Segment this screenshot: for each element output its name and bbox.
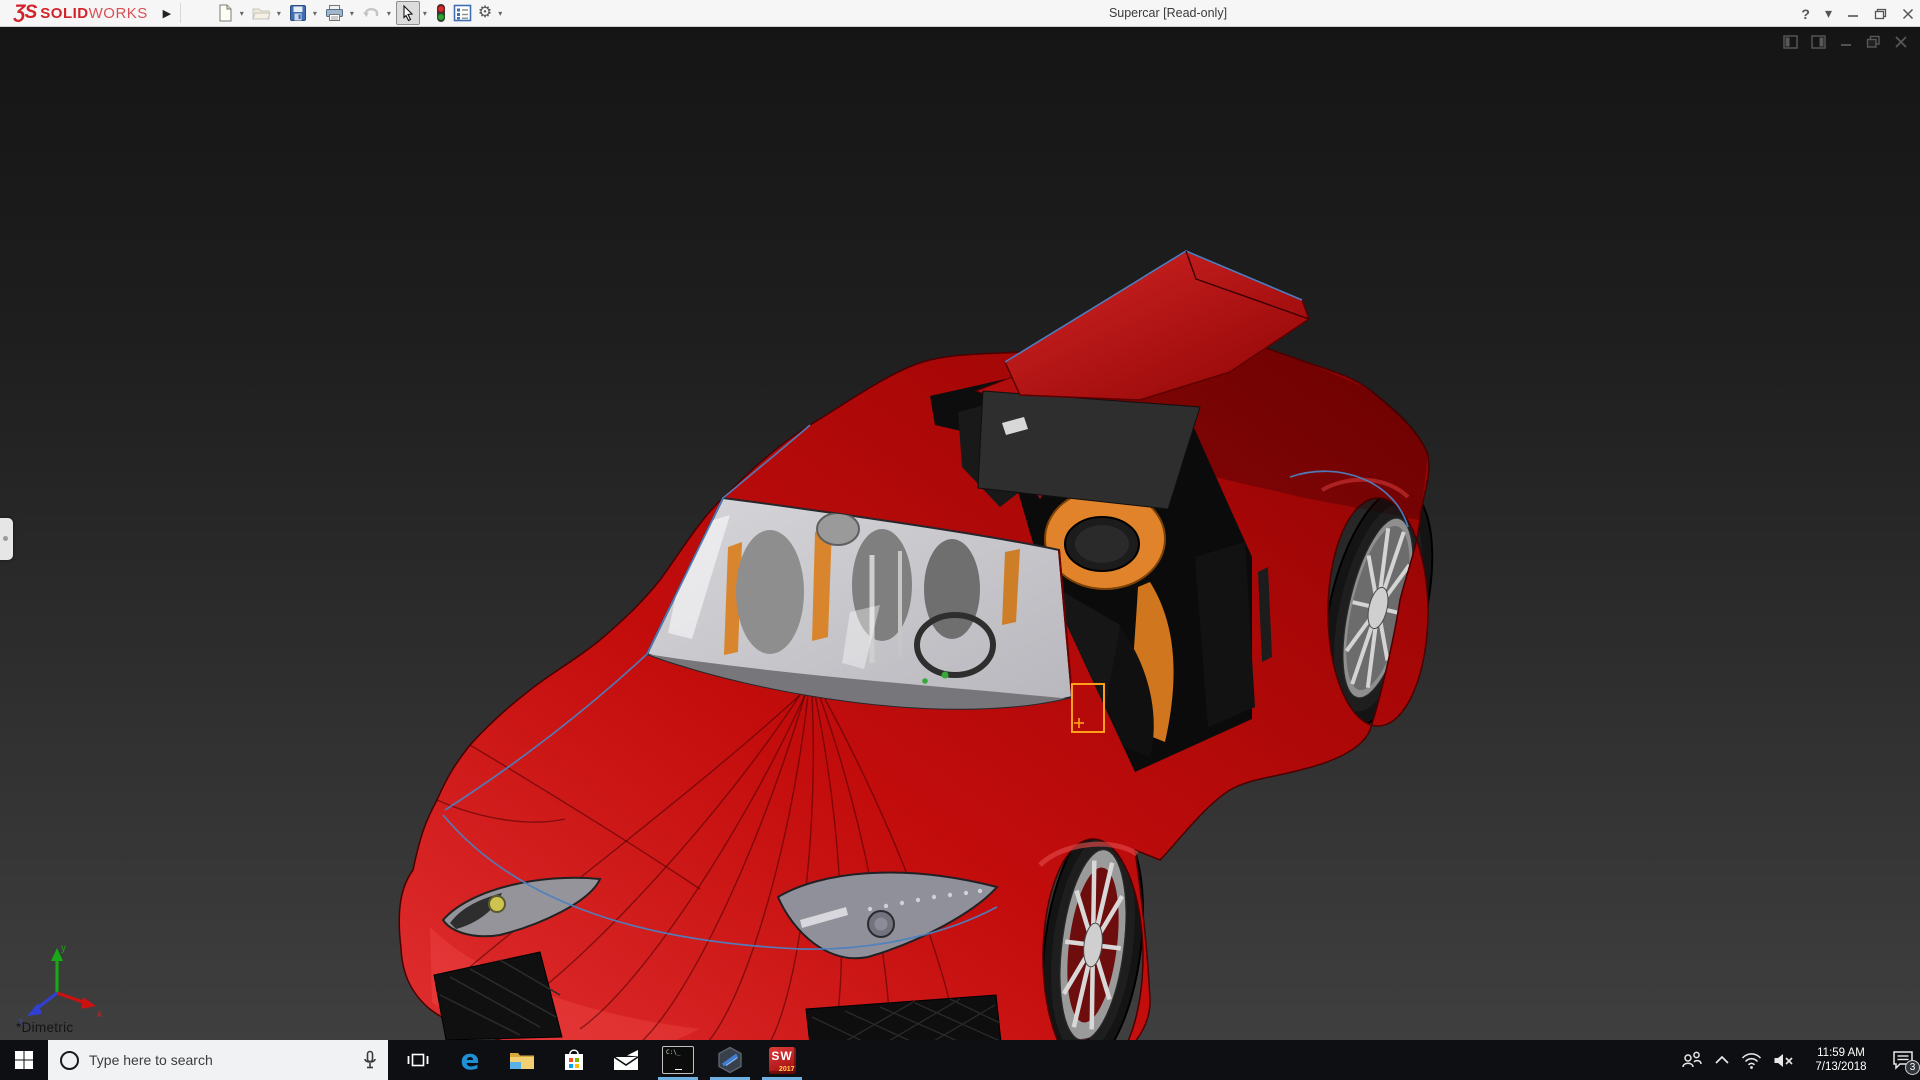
select-tool-button[interactable] [396,1,420,25]
cmd-button[interactable]: C:\_ [652,1040,704,1080]
open-folder-icon [252,4,271,22]
orientation-triad: x y z [18,943,102,1028]
close-icon [1902,8,1914,20]
help-button[interactable]: ? [1801,6,1810,22]
clock-time: 11:59 AM [1805,1046,1877,1060]
chevron-up-icon[interactable] [1714,1055,1730,1065]
restore-button[interactable] [1874,8,1887,20]
new-document-icon [216,4,234,22]
options-button[interactable]: ⚙ [475,1,495,25]
supercar-model[interactable] [399,251,1452,1040]
store-button[interactable] [548,1040,600,1080]
action-center-button[interactable]: 3 [1888,1040,1918,1080]
taskbar-apps: e C:\_ [392,1040,808,1080]
microphone-icon[interactable] [362,1050,378,1070]
undo-button[interactable] [359,1,384,25]
print-button[interactable] [322,1,347,25]
mail-icon [612,1049,640,1071]
help-caret[interactable]: ▾ [1825,5,1832,22]
mail-button[interactable] [600,1040,652,1080]
open-button[interactable] [249,1,274,25]
toolbar-separator [180,3,181,23]
volume-muted-icon[interactable] [1773,1052,1794,1069]
cortana-icon [60,1051,79,1070]
titlebar: ƷS SOLID WORKS ▶ ▾ ▾ ▾ [0,0,1920,27]
window-title: Supercar [Read-only] [1109,0,1227,27]
notification-badge: 3 [1905,1060,1920,1075]
cmd-glyph-text: C:\_ [666,1049,680,1056]
window-controls: ? ▾ [1801,0,1914,27]
options-caret[interactable]: ▾ [498,9,502,18]
triad-y-label: y [61,943,66,954]
command-prompt-icon: C:\_ [662,1046,694,1074]
triad-x-label: x [97,1009,102,1020]
undo-caret[interactable]: ▾ [387,9,391,18]
undo-icon [362,4,381,22]
select-caret[interactable]: ▾ [423,9,427,18]
restore-icon [1874,8,1887,20]
solidworks-logo-mark: ƷS [14,2,36,24]
solidworks-logo: ƷS SOLID WORKS [14,2,148,24]
view-orientation-label: *Dimetric [16,1020,73,1035]
print-icon [325,4,344,22]
clock-date: 7/13/2018 [1805,1060,1877,1074]
save-button[interactable] [286,1,310,25]
folder-icon [509,1049,535,1071]
select-cursor-icon [399,4,417,22]
menu-flyout-arrow-icon[interactable]: ▶ [158,7,176,20]
save-icon [289,4,307,22]
solidworks-logo-works: WORKS [89,5,148,22]
task-view-button[interactable] [392,1040,444,1080]
taskbar-clock[interactable]: 11:59 AM 7/13/2018 [1805,1046,1877,1074]
minimize-icon [1847,8,1859,20]
viewport-canvas[interactable]: x y z [0,27,1920,1040]
wifi-icon[interactable] [1741,1052,1762,1069]
close-button[interactable] [1902,8,1914,20]
solidworks-button[interactable]: SW 2017 [756,1040,808,1080]
new-document-button[interactable] [213,1,237,25]
search-placeholder-text: Type here to search [89,1052,362,1068]
right-headlight-lens-inner [875,918,888,931]
sw-year: 2017 [779,1066,795,1073]
left-headlight-lens [489,896,505,912]
system-tray: 11:59 AM 7/13/2018 3 [1681,1040,1918,1080]
rebuild-button[interactable] [432,1,450,25]
edge-button[interactable]: e [444,1040,496,1080]
minimize-button[interactable] [1847,8,1859,20]
print-caret[interactable]: ▾ [350,9,354,18]
people-icon[interactable] [1681,1050,1703,1070]
gear-icon: ⚙ [478,5,492,21]
traffic-light-icon [435,3,447,23]
windows-logo-icon [14,1050,34,1070]
save-caret[interactable]: ▾ [313,9,317,18]
edge-icon: e [461,1046,480,1074]
file-explorer-button[interactable] [496,1040,548,1080]
hexagon-app-icon [716,1046,744,1074]
hexagon-app-button[interactable] [704,1040,756,1080]
properties-list-icon [453,4,472,22]
sw-letters: SW [769,1049,796,1063]
start-button[interactable] [0,1040,48,1080]
task-view-icon [407,1049,429,1071]
open-caret[interactable]: ▾ [277,9,281,18]
door-inner-panel[interactable] [978,391,1200,509]
solidworks-icon: SW 2017 [769,1047,796,1074]
quick-toolbar: ▾ ▾ ▾ ▾ [213,1,507,25]
properties-button[interactable] [450,1,475,25]
taskbar: Type here to search e [0,1040,1920,1080]
new-caret[interactable]: ▾ [240,9,244,18]
graphics-viewport[interactable]: x y z *Dimetric [0,27,1920,1040]
taskbar-search[interactable]: Type here to search [48,1040,388,1080]
store-icon [562,1048,586,1072]
solidworks-logo-solid: SOLID [40,5,88,22]
